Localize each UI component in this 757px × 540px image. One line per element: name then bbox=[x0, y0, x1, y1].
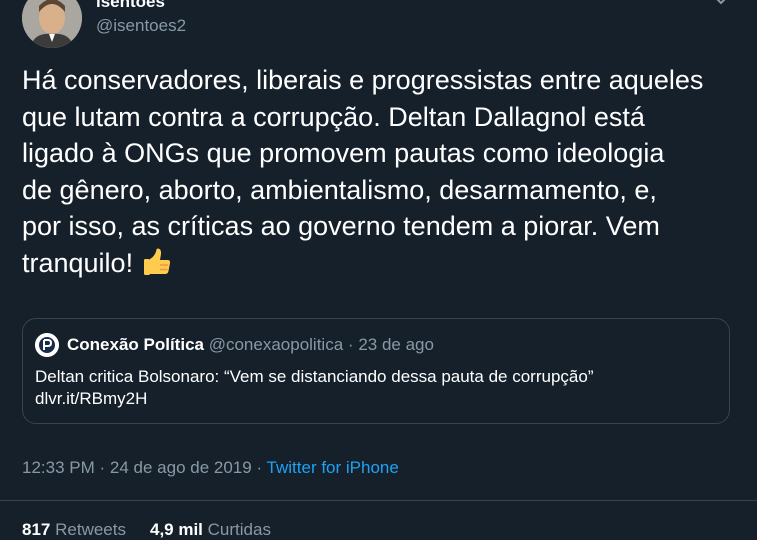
meta-separator: · bbox=[256, 458, 263, 477]
quoted-handle: @conexaopolitica bbox=[208, 335, 344, 354]
quoted-separator: · bbox=[347, 335, 354, 354]
retweets-count: 817 bbox=[22, 520, 51, 539]
thumbs-up-icon bbox=[141, 245, 173, 277]
quoted-body-line: Deltan critica Bolsonaro: “Vem se distan… bbox=[35, 367, 594, 386]
author-handle[interactable]: @isentoes2 bbox=[96, 16, 186, 36]
tweet-time[interactable]: 12:33 PM bbox=[22, 458, 95, 477]
quoted-name: Conexão Política bbox=[67, 335, 204, 354]
tweet-line: ligado à ONGs que promovem pautas como i… bbox=[22, 138, 665, 168]
quoted-header: Conexão Política @conexaopolitica · 23 d… bbox=[67, 335, 434, 355]
tweet-line-last: tranquilo! bbox=[22, 245, 742, 282]
quoted-avatar bbox=[35, 333, 59, 357]
author-avatar[interactable] bbox=[22, 0, 82, 48]
tweet-stats: 817 Retweets 4,9 mil Curtidas bbox=[22, 520, 271, 540]
tweet-source-link[interactable]: Twitter for iPhone bbox=[267, 458, 399, 477]
tweet-line: Há conservadores, liberais e progressist… bbox=[22, 65, 704, 95]
chevron-down-icon[interactable] bbox=[712, 0, 730, 10]
retweets-label: Retweets bbox=[55, 520, 126, 539]
author-name[interactable]: isentoes bbox=[96, 0, 165, 12]
tweet-line: por isso, as críticas ao governo tendem … bbox=[22, 211, 660, 241]
likes-count: 4,9 mil bbox=[149, 520, 203, 539]
meta-separator: · bbox=[99, 458, 106, 477]
tweet-text: Há conservadores, liberais e progressist… bbox=[22, 62, 742, 281]
likes-link[interactable]: 4,9 mil Curtidas bbox=[150, 520, 271, 539]
quoted-tweet-card[interactable]: Conexão Política @conexaopolitica · 23 d… bbox=[22, 318, 730, 424]
tweet-line: que lutam contra a corrupção. Deltan Dal… bbox=[22, 101, 645, 132]
retweets-link[interactable]: 817 Retweets bbox=[22, 520, 126, 539]
tweet-date[interactable]: 24 de ago de 2019 bbox=[110, 458, 252, 477]
likes-label: Curtidas bbox=[207, 520, 271, 539]
tweet-line: tranquilo! bbox=[22, 247, 134, 278]
divider bbox=[0, 500, 757, 501]
quoted-date: 23 de ago bbox=[358, 335, 434, 354]
tweet-meta: 12:33 PM · 24 de ago de 2019 · Twitter f… bbox=[22, 458, 399, 478]
quoted-body: Deltan critica Bolsonaro: “Vem se distan… bbox=[35, 366, 593, 410]
tweet-line: de gênero, aborto, ambientalismo, desarm… bbox=[22, 174, 657, 205]
quoted-link: dlvr.it/RBmy2H bbox=[35, 389, 148, 408]
